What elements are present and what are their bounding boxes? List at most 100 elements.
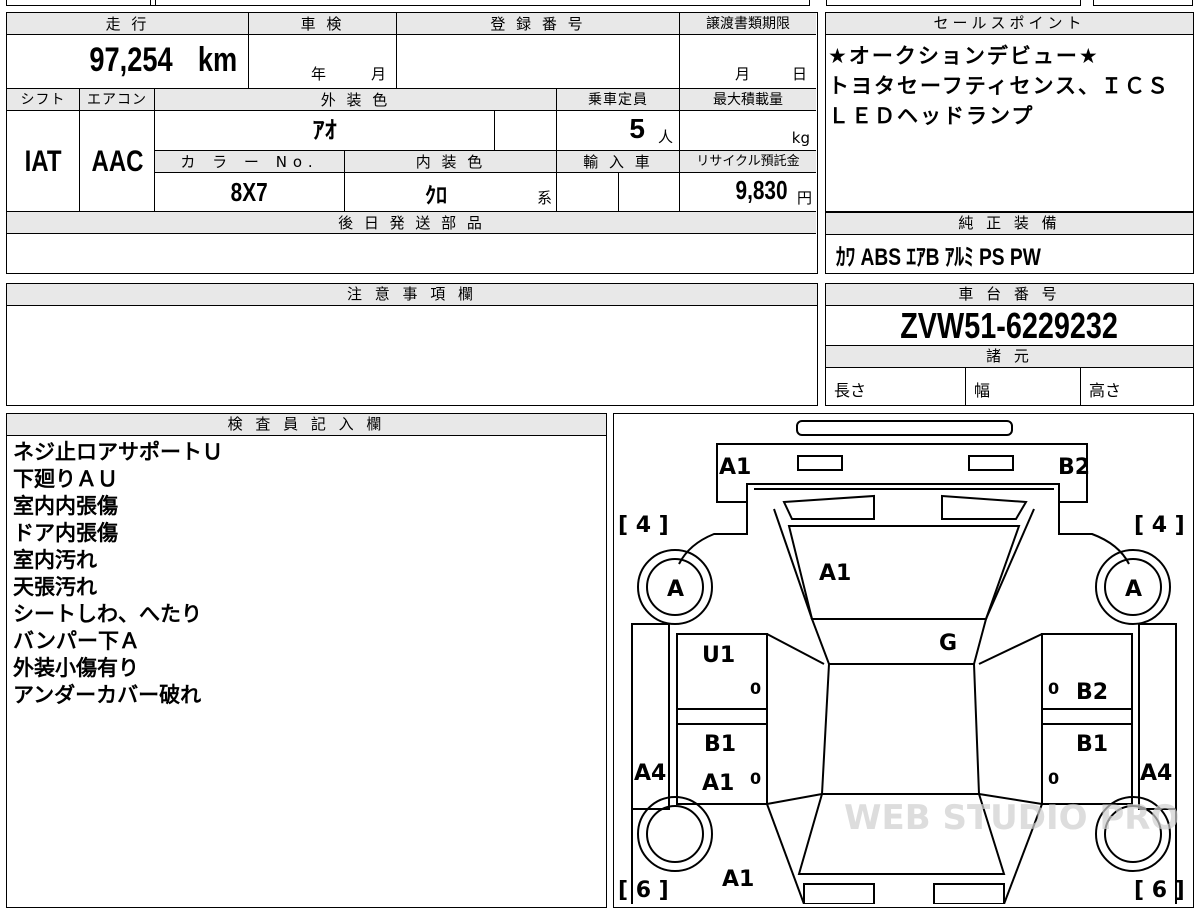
deadline-day-unit: 日 <box>792 65 808 83</box>
deadline-month-unit: 月 <box>735 65 751 83</box>
equipment-header: 純 正 装 備 <box>826 213 1193 235</box>
exterior-color-cell: ｱｵ <box>155 111 495 151</box>
capacity-label: 乗車定員 <box>557 89 680 111</box>
recycle-value: 9,830 <box>735 175 788 205</box>
dmg-front-left: A1 <box>719 455 751 480</box>
sales-point-line: トヨタセーフティセンス、ＩＣＳ <box>828 74 1171 98</box>
aircon-cell: AAC <box>80 111 155 212</box>
recycle-cell: 9,830 円 <box>680 173 816 212</box>
chassis-number-cell: ZVW51-6229232 <box>826 306 1193 346</box>
dmg-rear-right-door: B1 <box>1076 732 1108 757</box>
mileage-unit: km <box>197 41 238 79</box>
caution-header: 注 意 事 項 欄 <box>7 284 817 306</box>
mileage-value: 97,254 <box>89 41 174 79</box>
mileage-label: 走 行 <box>7 13 249 35</box>
interior-color-value: ｸﾛ <box>425 183 448 208</box>
zero-mark: 0 <box>750 679 761 698</box>
list-item: 室内内張傷 <box>13 494 118 518</box>
capacity-cell: 5 人 <box>557 111 680 151</box>
color-no-label: カ ラ ー No. <box>155 151 345 173</box>
dmg-front-right: B2 <box>1058 455 1090 480</box>
capacity-value: 5 <box>629 113 645 144</box>
dmg-hood: A1 <box>819 561 851 586</box>
color-no-value: 8X7 <box>230 177 268 207</box>
spec-height: 高さ <box>1089 381 1122 400</box>
dmg-windshield: G <box>939 631 957 656</box>
chassis-box: 車 台 番 号 ZVW51-6229232 諸 元 長さ 幅 高さ <box>825 283 1194 406</box>
dmg-front-left-door: U1 <box>702 643 735 668</box>
inspector-header: 検 査 員 記 入 欄 <box>7 414 606 436</box>
chassis-header: 車 台 番 号 <box>826 284 1193 306</box>
list-item: 室内汚れ <box>13 548 97 572</box>
tire-front-left: [ 4 ] <box>618 513 669 538</box>
spec-width: 幅 <box>974 381 991 400</box>
capacity-unit: 人 <box>657 128 673 146</box>
sales-point-list: ★オークションデビュー★ トヨタセーフティセンス、ＩＣＳ ＬＥＤヘッドランプ <box>826 35 1193 131</box>
list-item: 外装小傷有り <box>13 656 139 680</box>
list-item: ドア内張傷 <box>13 521 118 545</box>
shift-cell: IAT <box>7 111 80 212</box>
list-item: シートしわ、へたり <box>13 602 202 626</box>
dmg-wheel-fl: A <box>667 577 684 602</box>
dmg-wheel-fr: A <box>1125 577 1142 602</box>
inspector-box: 検 査 員 記 入 欄 ネジ止ロアサポートＵ 下廻りＡＵ 室内内張傷 ドア内張傷… <box>6 413 607 908</box>
deadline-cell: 月 日 <box>680 35 816 89</box>
mileage-cell: 97,254 km <box>7 35 249 89</box>
interior-color-cell: ｸﾛ 系 <box>345 173 557 212</box>
dmg-front-right-door: B2 <box>1076 680 1108 705</box>
inspection-cell: 年 月 <box>249 35 397 89</box>
max-load-cell: kg <box>680 111 816 151</box>
exterior-color-label: 外 装 色 <box>155 89 557 111</box>
import-cell-2 <box>619 173 680 212</box>
inspector-notes-list: ネジ止ロアサポートＵ 下廻りＡＵ 室内内張傷 ドア内張傷 室内汚れ 天張汚れ シ… <box>7 436 606 709</box>
sales-point-box: セールスポイント ★オークションデビュー★ トヨタセーフティセンス、ＩＣＳ ＬＥ… <box>825 12 1194 212</box>
list-item: ネジ止ロアサポートＵ <box>13 440 223 464</box>
recycle-unit: 円 <box>796 189 812 207</box>
shift-label: シフト <box>7 89 80 111</box>
exterior-color-value: ｱｵ <box>312 117 337 144</box>
equipment-items: ｶﾜ ABS ｴｱB ｱﾙﾐ PS PW <box>836 244 1041 271</box>
import-label: 輸 入 車 <box>557 151 680 173</box>
aircon-value: AAC <box>91 145 143 178</box>
tire-rear-left: [ 6 ] <box>618 878 669 903</box>
watermark: WEB STUDIO PRO <box>844 798 1179 838</box>
aircon-label: エアコン <box>80 89 155 111</box>
car-diagram: A1 B2 A1 G [ 4 ] [ 4 ] [ 6 ] [ 6 ] A A U… <box>618 420 1185 904</box>
vehicle-info-table: 走 行 車 検 登 録 番 号 譲渡書類期限 97,254 km 年 月 月 日… <box>6 12 818 274</box>
zero-mark: 0 <box>1048 769 1059 788</box>
sales-point-line: ★オークションデビュー★ <box>828 44 1100 68</box>
specs-header: 諸 元 <box>826 346 1193 368</box>
later-parts-label: 後 日 発 送 部 品 <box>7 212 816 234</box>
zero-mark: 0 <box>1048 679 1059 698</box>
zero-mark: 0 <box>750 769 761 788</box>
list-item: バンパー下Ａ <box>13 629 141 653</box>
list-item: 下廻りＡＵ <box>13 467 118 491</box>
exterior-color-extra <box>495 111 557 151</box>
dmg-rear-left-door-2: A1 <box>702 771 734 796</box>
list-item: 天張汚れ <box>13 575 97 599</box>
car-diagram-box: A1 B2 A1 G [ 4 ] [ 4 ] [ 6 ] [ 6 ] A A U… <box>613 413 1194 908</box>
chassis-number: ZVW51-6229232 <box>900 305 1119 346</box>
interior-color-suffix: 系 <box>536 189 552 207</box>
specs-row: 長さ 幅 高さ <box>826 368 1193 406</box>
inspection-year-unit: 年 <box>311 65 327 83</box>
dmg-rear: A1 <box>722 867 754 892</box>
dmg-right-rocker: A4 <box>1140 761 1172 786</box>
later-parts-cell <box>7 234 816 272</box>
sales-point-header: セールスポイント <box>826 13 1193 35</box>
spec-length: 長さ <box>834 381 867 400</box>
dmg-left-rocker: A4 <box>634 761 666 786</box>
recycle-label: リサイクル預託金 <box>680 151 816 173</box>
caution-box: 注 意 事 項 欄 <box>6 283 818 406</box>
inspection-label: 車 検 <box>249 13 397 35</box>
deadline-label: 譲渡書類期限 <box>680 13 816 35</box>
tire-rear-right: [ 6 ] <box>1134 878 1185 903</box>
import-cell-1 <box>557 173 619 212</box>
color-no-cell: 8X7 <box>155 173 345 212</box>
list-item: アンダーカバー破れ <box>13 683 202 707</box>
max-load-label: 最大積載量 <box>680 89 816 111</box>
tire-front-right: [ 4 ] <box>1134 513 1185 538</box>
shift-value: IAT <box>24 145 62 178</box>
registration-cell <box>397 35 680 89</box>
sales-point-line: ＬＥＤヘッドランプ <box>828 104 1035 128</box>
